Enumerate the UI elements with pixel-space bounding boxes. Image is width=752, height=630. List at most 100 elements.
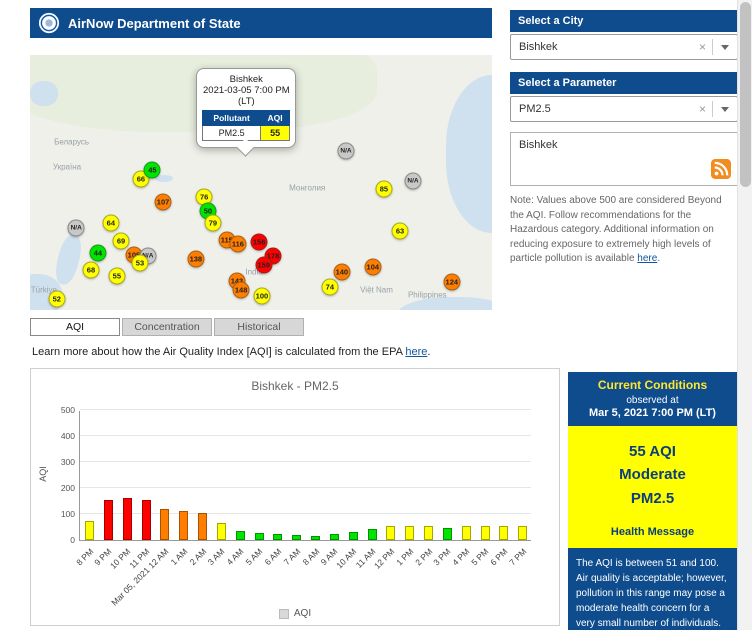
map-marker[interactable]: 148 xyxy=(232,281,250,299)
map-marker[interactable]: 45 xyxy=(143,161,161,179)
chart-bar xyxy=(235,530,245,540)
chart-gridline xyxy=(80,461,531,462)
chart-y-axis-label: AQI xyxy=(37,466,48,482)
chart-bar xyxy=(85,520,94,540)
chart-bar xyxy=(198,512,207,540)
current-conditions-title: Current Conditions xyxy=(597,378,708,392)
city-chevron-down-icon[interactable] xyxy=(721,44,729,50)
map-water-pacific xyxy=(445,75,492,234)
health-message-text: The AQI is between 51 and 100. Air quali… xyxy=(576,557,727,629)
map-marker[interactable]: N/A xyxy=(337,142,355,160)
map-marker[interactable]: 44 xyxy=(89,244,107,262)
chart-bar xyxy=(367,529,377,540)
observed-datetime: Mar 5, 2021 7:00 PM (LT) xyxy=(589,407,716,419)
map-country-label: Philippines xyxy=(407,290,447,300)
map-marker[interactable]: 52 xyxy=(48,290,66,308)
map-marker[interactable]: 100 xyxy=(253,287,271,305)
rss-city-label: Bishkek xyxy=(519,139,558,151)
chart-y-tick: 0 xyxy=(70,535,75,545)
select-parameter-header: Select a Parameter xyxy=(510,72,738,94)
chart-bar xyxy=(442,527,452,540)
app-header: AirNow Department of State xyxy=(30,8,492,38)
map-marker[interactable]: 104 xyxy=(364,258,382,276)
epa-link[interactable]: here xyxy=(405,346,427,358)
chart-bar xyxy=(103,499,113,540)
map-marker[interactable]: N/A xyxy=(404,172,422,190)
learn-more-text: Learn more about how the Air Quality Ind… xyxy=(32,346,430,358)
rss-feed-box: Bishkek xyxy=(510,132,738,186)
current-aqi-block: 55 AQI Moderate PM2.5 Health Message xyxy=(568,426,737,548)
select-city-header: Select a City xyxy=(510,10,738,32)
page: AirNow Department of State Беларусь Украї… xyxy=(0,0,752,630)
popup-tail xyxy=(236,138,256,157)
observed-at-label: observed at xyxy=(626,395,679,406)
parameter-select[interactable]: PM2.5 × xyxy=(510,96,738,122)
tab-concentration[interactable]: Concentration xyxy=(122,318,212,336)
chart-y-tick: 500 xyxy=(60,405,75,415)
map-marker[interactable]: 140 xyxy=(333,263,351,281)
chart-y-tick: 300 xyxy=(60,457,75,467)
city-select[interactable]: Bishkek × xyxy=(510,34,738,60)
note-suffix: . xyxy=(657,253,661,264)
chart-bar xyxy=(424,525,433,540)
map-marker[interactable]: 159 xyxy=(255,256,273,274)
chart-bar xyxy=(273,534,283,540)
map-marker[interactable]: N/A xyxy=(67,219,85,237)
map-marker[interactable]: 124 xyxy=(443,273,461,291)
map-country-label: Việt Nam xyxy=(360,285,393,295)
right-column: Select a City Bishkek × Select a Paramet… xyxy=(510,10,738,267)
chart-gridline xyxy=(80,487,531,488)
chart-y-tick: 100 xyxy=(60,509,75,519)
view-tabs: AQI Concentration Historical xyxy=(30,318,306,336)
learn-more-suffix: . xyxy=(427,346,431,358)
parameter-clear-icon[interactable]: × xyxy=(693,102,712,116)
chart-bar xyxy=(480,525,490,540)
chart-bar xyxy=(329,533,339,540)
popup-table: Pollutant AQI PM2.5 55 xyxy=(202,109,291,141)
popup-pollutant-value: PM2.5 xyxy=(202,124,261,141)
tab-aqi[interactable]: AQI xyxy=(30,318,120,336)
chart-x-labels: 8 PM 9 PM 10 PM 11 PM Mar 05, 2021 12 AM 1 AM… xyxy=(74,545,531,607)
legend-swatch-icon xyxy=(278,608,289,619)
map-water-caspian xyxy=(51,231,85,287)
legend-label: AQI xyxy=(293,608,312,619)
map-marker[interactable]: 53 xyxy=(131,254,149,272)
chart-bar xyxy=(348,531,358,540)
learn-more-prefix: Learn more about how the Air Quality Ind… xyxy=(32,346,406,358)
map-marker[interactable]: 64 xyxy=(102,214,120,232)
chart-bar xyxy=(518,525,528,540)
parameter-select-value: PM2.5 xyxy=(519,103,551,115)
map-marker[interactable]: 68 xyxy=(82,261,100,279)
rss-icon[interactable] xyxy=(711,159,731,179)
map-marker[interactable]: 138 xyxy=(187,250,205,268)
chart-bar xyxy=(122,498,132,540)
city-clear-icon[interactable]: × xyxy=(693,40,712,54)
chart-plot-area: 0 100 200 300 400 500 xyxy=(61,405,531,545)
note-body: Note: Values above 500 are considered Be… xyxy=(510,195,722,264)
scrollbar-thumb[interactable] xyxy=(740,2,751,187)
aqi-map[interactable]: БеларусьУкраїнаРоссияМонголияIndiaViệt N… xyxy=(30,55,492,310)
map-marker[interactable]: 107 xyxy=(154,193,172,211)
chart-bar xyxy=(216,523,226,540)
popup-aqi-value: 55 xyxy=(259,124,291,141)
chart-bar xyxy=(386,526,396,540)
map-marker[interactable]: 156 xyxy=(250,233,268,251)
chart-bar xyxy=(254,532,264,540)
popup-datetime: 2021-03-05 7:00 PM xyxy=(203,84,290,96)
note-here-link[interactable]: here xyxy=(637,253,657,264)
map-marker[interactable]: 79 xyxy=(204,214,222,232)
page-scrollbar[interactable] xyxy=(737,0,752,630)
map-marker[interactable]: 69 xyxy=(112,232,130,250)
app-title: AirNow Department of State xyxy=(68,15,241,31)
tab-historical[interactable]: Historical xyxy=(214,318,304,336)
map-marker[interactable]: 85 xyxy=(375,180,393,198)
parameter-chevron-down-icon[interactable] xyxy=(721,106,729,112)
map-marker[interactable]: 55 xyxy=(108,267,126,285)
chart-bar xyxy=(179,511,189,540)
map-marker[interactable]: 116 xyxy=(229,235,247,253)
aqi-note-text: Note: Values above 500 are considered Be… xyxy=(510,194,738,267)
dos-seal-icon xyxy=(38,12,60,34)
map-marker[interactable]: 63 xyxy=(391,222,409,240)
chart-gridline xyxy=(80,409,531,410)
map-marker[interactable]: 74 xyxy=(321,278,339,296)
